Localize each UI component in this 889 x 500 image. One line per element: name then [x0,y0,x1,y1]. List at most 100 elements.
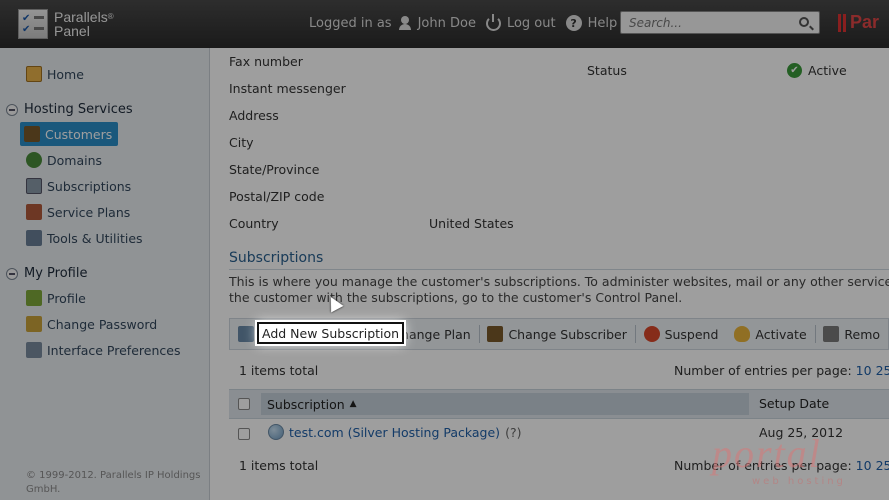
section-title: Hosting Services [24,102,133,117]
items-total-top: 1 items total [239,363,319,378]
field-label: City [229,135,254,150]
top-header: ✔ ✔ Parallels® Panel Logged in as John Do… [0,0,889,48]
profile-icon [26,290,42,306]
portal-watermark: portal [712,431,822,476]
service-plan-icon [26,204,42,220]
sort-asc-icon: ▲ [349,399,357,409]
sidebar-item-tools-utilities[interactable]: Tools & Utilities [26,227,143,249]
collapse-icon[interactable] [6,267,18,280]
logout-link[interactable]: Log out [507,16,556,31]
lightbulb-icon [734,326,751,342]
trash-icon [823,326,840,342]
search-icon[interactable] [799,17,809,27]
parallels-panel-logo[interactable]: ✔ ✔ Parallels® Panel [18,9,114,39]
portal-watermark-sub: web hosting [752,476,846,487]
sidebar-item-label: Domains [47,152,103,168]
sidebar-item-label: Change Password [47,316,158,332]
change-subscriber-button[interactable]: Change Subscriber [479,322,634,346]
remove-button[interactable]: Remo [815,322,888,346]
collapse-icon[interactable] [6,103,18,116]
parallels-bars-icon [838,13,846,32]
suspend-button[interactable]: Suspend [636,322,727,346]
items-total-bottom: 1 items total [239,458,319,473]
sidebar-item-label: Subscriptions [47,178,132,194]
parallels-brand-right: Par [838,12,879,33]
section-title: My Profile [24,266,88,281]
sidebar-item-domains[interactable]: Domains [26,149,102,171]
button-label: Suspend [664,326,719,342]
check-circle-icon: ✔ [787,63,802,78]
section-divider [229,269,889,270]
sidebar-item-label: Profile [47,290,86,306]
sidebar-section-my-profile[interactable]: My Profile [6,266,87,281]
sidebar-item-label: Customers [45,126,113,142]
sidebar-item-profile[interactable]: Profile [26,287,86,309]
sidebar-item-label: Home [47,66,84,82]
search-box [620,11,820,34]
sidebar-item-customers[interactable]: Customers [20,122,119,146]
sidebar-item-label: Tools & Utilities [47,230,143,246]
subscription-icon [26,178,42,194]
button-label: Activate [755,326,807,342]
button-label: Remo [844,326,881,342]
add-new-subscription-button[interactable]: Add New Subscription [257,322,405,344]
field-label: State/Province [229,162,320,177]
activate-button[interactable]: Activate [726,322,814,346]
sidebar-item-home[interactable]: Home [26,63,84,85]
status-value: Active [808,63,847,78]
description-line: the customer with the subscriptions, go … [229,290,683,305]
description-line: This is where you manage the customer's … [229,274,889,289]
table-row: test.com (Silver Hosting Package) (?) [289,425,521,440]
column-subscription[interactable]: Subscription ▲ [261,393,749,415]
per-page-label: Number of entries per page: [674,363,852,378]
tools-icon [26,230,42,246]
add-subscription-icon [238,326,254,342]
globe-icon [268,424,284,440]
sidebar-item-label: Service Plans [47,204,131,220]
panel-logo-icon: ✔ ✔ [18,9,48,39]
sidebar: Home Hosting Services Customers Domains … [0,48,210,500]
per-page-10[interactable]: 10 [856,363,872,378]
customer-icon [24,126,40,142]
subscriptions-heading: Subscriptions [229,250,324,266]
globe-icon [26,152,42,168]
field-label: Postal/ZIP code [229,189,325,204]
per-page-25[interactable]: 25 [876,458,889,473]
sidebar-item-service-plans[interactable]: Service Plans [26,201,130,223]
subscriber-icon [487,326,504,342]
user-name-link[interactable]: John Doe [418,16,476,31]
help-link[interactable]: Help [588,16,618,31]
copyright-text: © 1999-2012. Parallels IP Holdings GmbH. [26,470,201,495]
user-bar: Logged in as John Doe Log out ? Help [309,13,618,31]
per-page-10[interactable]: 10 [856,458,872,473]
sidebar-item-interface-preferences[interactable]: Interface Preferences [26,339,180,361]
column-setup-date[interactable]: Setup Date [759,396,829,411]
sidebar-item-subscriptions[interactable]: Subscriptions [26,175,131,197]
field-label: Country [229,216,279,231]
column-label: Subscription [267,396,345,412]
status-badge: ✔ Active [787,63,847,78]
house-icon [26,66,42,82]
button-label: Change Subscriber [508,326,627,342]
suspend-icon [643,326,660,342]
brand-right-text: Par [850,12,880,32]
key-icon [26,316,42,332]
field-label: Fax number [229,54,303,69]
table-header: Subscription ▲ Setup Date [229,389,889,419]
sidebar-item-label: Interface Preferences [47,342,181,358]
pager-top: Number of entries per page: 10 25 1 [674,363,889,378]
select-all-checkbox[interactable] [238,398,250,410]
preferences-icon [26,342,42,358]
brand-registered-mark: ® [107,12,114,21]
logged-in-label: Logged in as [309,15,392,31]
status-label: Status [587,63,627,78]
row-checkbox[interactable] [238,428,250,440]
sidebar-section-hosting-services[interactable]: Hosting Services [6,102,133,117]
help-icon: ? [565,15,582,31]
search-input[interactable] [621,12,791,33]
subscription-link[interactable]: test.com (Silver Hosting Package) [289,425,500,440]
help-tooltip-icon[interactable]: (?) [505,425,521,440]
sidebar-item-change-password[interactable]: Change Password [26,313,157,335]
field-label: Address [229,108,279,123]
per-page-25[interactable]: 25 [876,363,889,378]
